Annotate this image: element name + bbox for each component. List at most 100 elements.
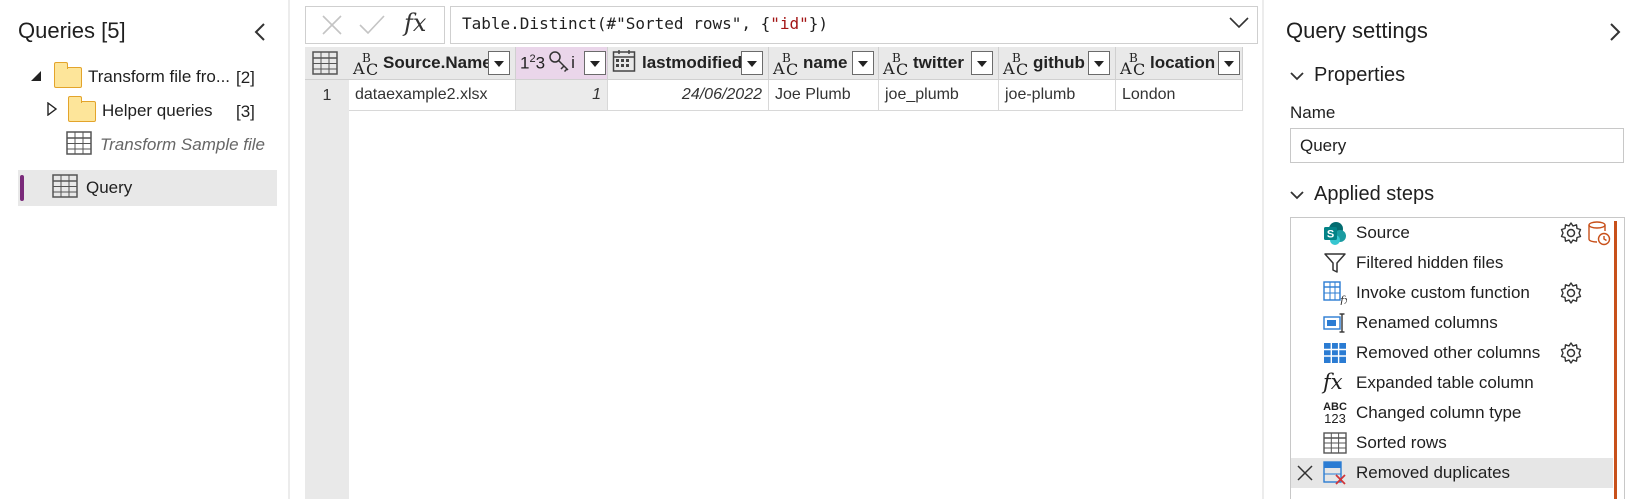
formula-string-literal: "id" (770, 14, 809, 33)
column-name: lastmodified (642, 53, 743, 72)
expand-formula-chevron-icon[interactable] (1228, 14, 1250, 35)
table-cell[interactable]: London (1116, 80, 1243, 111)
table-cell[interactable]: 24/06/2022 (608, 80, 769, 111)
column-filter-dropdown[interactable] (584, 51, 606, 75)
steps-warning-bar (1614, 221, 1617, 499)
step-label: Invoke custom function (1356, 283, 1530, 302)
step-label: Filtered hidden files (1356, 253, 1504, 272)
collapse-settings-icon[interactable] (1603, 20, 1625, 49)
data-grid (305, 47, 1243, 499)
tree-item-label: Transform Sample file (100, 135, 266, 154)
column-filter-dropdown[interactable] (852, 51, 874, 75)
step-label: Source (1356, 223, 1410, 242)
pane-splitter[interactable] (288, 0, 290, 499)
formula-text[interactable]: Table.Distinct(#"Sorted rows", {"id"}) (462, 14, 828, 33)
applied-step-sorted-rows[interactable]: Sorted rows (1291, 428, 1613, 458)
tree-item-label: Query (86, 178, 133, 197)
formula-buttons: fx (305, 6, 445, 44)
folder-icon (67, 95, 96, 122)
gear-icon[interactable] (1559, 221, 1583, 245)
expanded-triangle-icon[interactable] (30, 67, 44, 87)
column-name: location (1150, 53, 1216, 72)
text-type-icon[interactable]: ABC (773, 51, 798, 79)
query-settings-title: Query settings (1286, 18, 1428, 43)
properties-section-header[interactable]: Properties (1290, 64, 1405, 87)
table-cell[interactable]: 1 (516, 80, 608, 111)
collapse-pane-icon[interactable] (250, 20, 272, 44)
applied-step-changed-column-type[interactable]: ABC 123 Changed column type (1291, 398, 1613, 428)
column-name: i (571, 53, 575, 72)
applied-step-source[interactable]: S Source (1291, 218, 1613, 248)
commit-check-icon[interactable] (358, 13, 386, 42)
section-title: Properties (1314, 64, 1406, 86)
column-filter-dropdown[interactable] (1088, 51, 1110, 75)
abc123-icon: ABC 123 (1323, 401, 1347, 426)
text-type-icon[interactable]: ABC (883, 51, 908, 79)
selection-accent (20, 175, 24, 201)
tree-item-count: [3] (236, 102, 255, 121)
tree-item-label: Helper queries (102, 101, 213, 120)
table-icon (1323, 431, 1347, 455)
column-name: name (803, 53, 848, 72)
table-fx-icon: fx (1323, 281, 1351, 307)
chevron-down-icon[interactable] (1290, 64, 1310, 87)
column-name: github (1033, 53, 1085, 72)
row-number[interactable]: 1 (305, 80, 349, 111)
tree-item-query[interactable]: Query (52, 171, 272, 205)
text-type-icon[interactable]: ABC (1003, 51, 1028, 79)
text-type-icon[interactable]: ABC (1120, 51, 1145, 79)
fx-icon: fx (1323, 370, 1343, 394)
svg-text:S: S (1327, 229, 1334, 241)
key-icon (547, 49, 571, 78)
query-name-input[interactable] (1290, 128, 1624, 163)
columns-icon (1323, 341, 1347, 365)
table-cell[interactable]: dataexample2.xlsx (349, 80, 516, 111)
column-name: twitter (913, 53, 964, 72)
table-cell[interactable]: joe_plumb (879, 80, 999, 111)
queries-pane-title: Queries [5] (18, 18, 126, 43)
column-name: Source.Name (383, 53, 492, 72)
step-label: Renamed columns (1356, 313, 1498, 332)
sharepoint-icon: S (1323, 221, 1347, 245)
gear-icon[interactable] (1559, 281, 1583, 305)
applied-steps-section-header[interactable]: Applied steps (1290, 183, 1434, 206)
column-filter-dropdown[interactable] (741, 51, 763, 75)
chevron-down-icon[interactable] (1290, 183, 1310, 206)
applied-step-invoke-custom-function[interactable]: fx Invoke custom function (1291, 278, 1613, 308)
rename-icon (1323, 311, 1347, 335)
remove-duplicates-icon (1323, 461, 1347, 485)
delete-step-icon[interactable] (1295, 463, 1315, 488)
text-type-icon[interactable]: ABC (353, 51, 378, 79)
column-filter-dropdown[interactable] (1218, 51, 1240, 75)
column-filter-dropdown[interactable] (971, 51, 993, 75)
table-cell[interactable]: joe-plumb (999, 80, 1116, 111)
table-icon (66, 130, 92, 160)
column-filter-dropdown[interactable] (488, 51, 510, 75)
formula-prefix: Table.Distinct(#"Sorted rows", { (462, 14, 771, 33)
name-label: Name (1290, 103, 1336, 122)
tree-item-transform-sample-file[interactable]: Transform Sample file (66, 128, 280, 162)
section-title: Applied steps (1314, 183, 1435, 205)
pane-splitter[interactable] (1262, 0, 1264, 499)
folder-icon (53, 61, 82, 88)
row-number-column (305, 47, 349, 499)
applied-step-removed-duplicates[interactable]: Removed duplicates (1291, 458, 1613, 488)
tree-item-count: [2] (236, 68, 255, 87)
fx-icon[interactable]: fx (404, 9, 426, 37)
applied-step-renamed-columns[interactable]: Renamed columns (1291, 308, 1613, 338)
collapsed-triangle-icon[interactable] (46, 101, 60, 121)
gear-icon[interactable] (1559, 341, 1583, 365)
applied-step-expanded-table-column[interactable]: fx Expanded table column (1291, 368, 1613, 398)
table-cell[interactable]: Joe Plumb (769, 80, 879, 111)
warning-database-icon[interactable] (1587, 220, 1611, 251)
applied-step-removed-other-columns[interactable]: Removed other columns (1291, 338, 1613, 368)
table-menu-icon[interactable] (312, 51, 338, 80)
step-label: Expanded table column (1356, 373, 1534, 392)
svg-text:fx: fx (1339, 294, 1347, 305)
cancel-icon[interactable] (320, 13, 344, 42)
calendar-type-icon[interactable] (612, 49, 636, 78)
step-label: Sorted rows (1356, 433, 1447, 452)
number-type-icon[interactable]: 123 (520, 53, 545, 74)
applied-step-filtered-hidden-files[interactable]: Filtered hidden files (1291, 248, 1613, 278)
step-label: Removed duplicates (1356, 463, 1511, 482)
